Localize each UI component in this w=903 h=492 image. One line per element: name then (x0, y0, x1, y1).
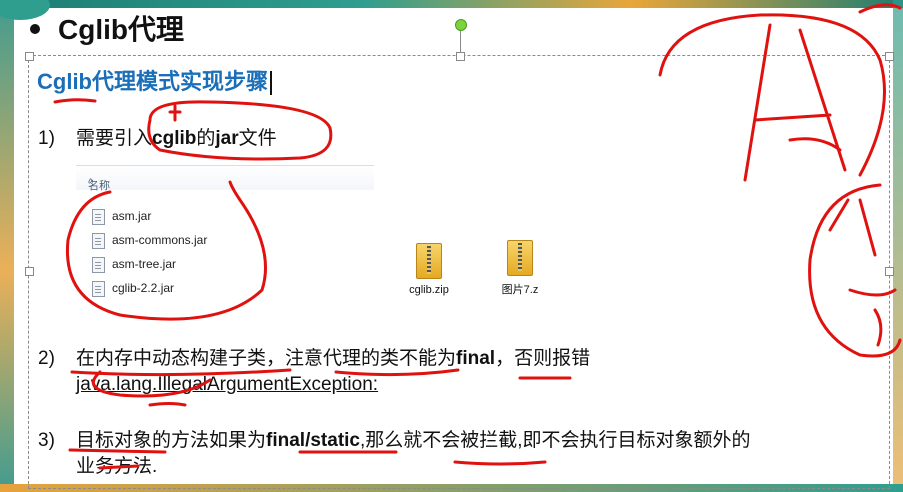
theme-right-border (893, 0, 903, 492)
rotation-handle-stem (460, 30, 461, 52)
resize-handle-middle-left[interactable] (25, 267, 34, 276)
file-name: asm.jar (112, 209, 152, 223)
file-name: asm-commons.jar (112, 233, 208, 247)
step-3-text-b: ,那么就不会被拦截,即不会执行目标对象额外的 (360, 430, 751, 451)
jar-file-icon (92, 257, 105, 273)
jar-file-icon (92, 233, 105, 249)
step-2-number: 2) (38, 348, 55, 369)
step-2-text-a: 在内存中动态构建子类，注意代理的类不能为 (76, 348, 457, 369)
resize-handle-top-right[interactable] (885, 52, 894, 61)
step-2: 2) 在内存中动态构建子类，注意代理的类不能为final，否则报错 java.la… (38, 346, 590, 398)
step-3: 3) 目标对象的方法如果为final/static,那么就不会被拦截,即不会执行目… (38, 428, 751, 480)
step-1-bold-jar: jar (215, 128, 239, 149)
archive-label: 图片7.z (501, 284, 539, 296)
theme-left-border (0, 0, 14, 492)
step-2-exception: java.lang.IllegalArgumentException: (76, 374, 379, 395)
file-name: asm-tree.jar (112, 257, 177, 271)
section-heading-text: Cglib代理模式实现步骤 (37, 69, 268, 94)
step-3-text-a: 目标对象的方法如果为 (76, 430, 267, 451)
theme-top-border (0, 0, 903, 8)
zip-archive-icon (416, 243, 442, 279)
step-1-text-a: 需要引入 (76, 128, 153, 149)
archive-cglib-zip[interactable]: cglib.zip (396, 243, 462, 296)
slide-title: Cglib代理 (30, 8, 184, 48)
step-1-text-c: 文件 (238, 128, 277, 149)
step-2-bold-final: final (456, 348, 496, 369)
step-3-text-c: 业务方法. (76, 456, 158, 477)
resize-handle-middle-right[interactable] (885, 267, 894, 276)
step-1-bold-cglib: cglib (152, 128, 197, 149)
text-cursor (270, 71, 272, 96)
archive-label: cglib.zip (409, 284, 449, 296)
file-name: cglib-2.2.jar (112, 281, 175, 295)
resize-handle-top-left[interactable] (25, 52, 34, 61)
file-explorer-screenshot: ^ 名称 asm.jar asm-commons.jar asm-tree.ja… (76, 165, 374, 313)
jar-file-icon (92, 209, 105, 225)
step-2-text-b: ，否则报错 (495, 348, 591, 369)
column-header-name: 名称 (88, 180, 110, 192)
explorer-column-header[interactable]: ^ 名称 (76, 165, 374, 192)
step-1-number: 1) (38, 128, 55, 149)
slide-title-text: Cglib代理 (58, 14, 184, 45)
step-3-number: 3) (38, 430, 55, 451)
archive-image7-z[interactable]: 图片7.z (490, 240, 550, 297)
section-heading[interactable]: Cglib代理模式实现步骤 (37, 64, 272, 96)
zip-archive-icon (507, 240, 533, 276)
bullet-dot-icon (30, 23, 40, 34)
step-1: 1) 需要引入cglib的jar文件 (38, 126, 277, 152)
step-3-bold-final-static: final/static (266, 430, 360, 451)
jar-file-icon (92, 281, 105, 297)
step-1-text-b: 的 (196, 128, 216, 149)
rotation-handle[interactable] (455, 19, 467, 31)
resize-handle-top-center[interactable] (456, 52, 465, 61)
